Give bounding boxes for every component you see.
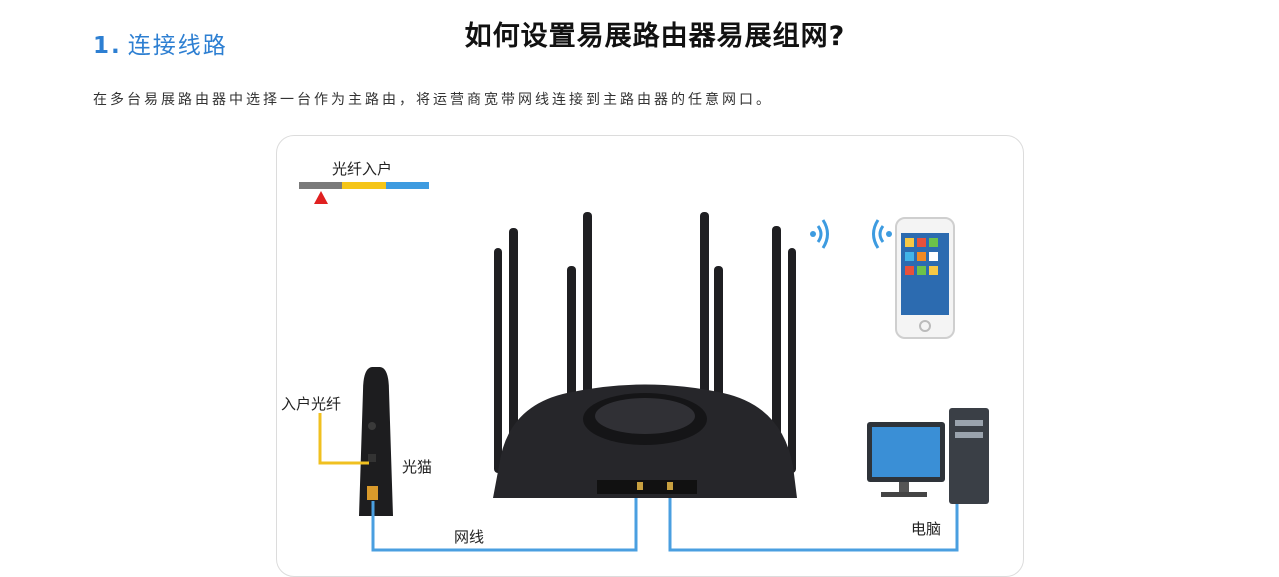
fiber-legend-bar bbox=[299, 182, 429, 204]
section-heading-text: 连接线路 bbox=[127, 33, 228, 59]
connection-diagram: 光纤入户 入户光纤 光猫 网线 电脑 bbox=[276, 135, 1024, 577]
section-heading: 1. 连接线路 bbox=[93, 26, 228, 60]
cable-label: 网线 bbox=[454, 528, 485, 546]
router-icon bbox=[493, 212, 797, 498]
modem-label: 光猫 bbox=[402, 458, 433, 476]
legend-marker-icon bbox=[314, 191, 328, 204]
desktop-computer-icon bbox=[867, 408, 989, 504]
smartphone-icon bbox=[895, 217, 955, 339]
wifi-signal-icon bbox=[810, 219, 892, 249]
diagram-graphic bbox=[299, 182, 989, 552]
optical-modem-icon bbox=[359, 367, 393, 516]
fiber-in-label: 入户光纤 bbox=[281, 395, 342, 413]
computer-label: 电脑 bbox=[911, 520, 942, 538]
section-description: 在多台易展路由器中选择一台作为主路由，将运营商宽带网线连接到主路由器的任意网口。 bbox=[93, 92, 773, 108]
legend-label: 光纤入户 bbox=[332, 160, 393, 178]
section-number: 1. bbox=[93, 33, 122, 59]
